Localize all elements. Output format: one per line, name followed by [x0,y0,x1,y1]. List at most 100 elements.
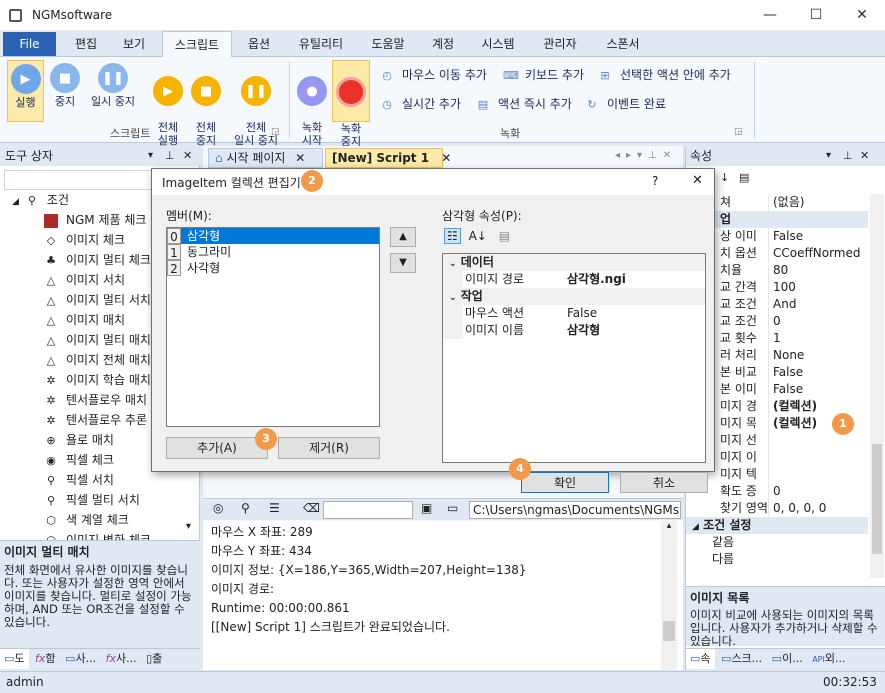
scroll-up-icon[interactable]: ▴ [661,521,677,531]
member-item[interactable]: 0 삼각형 [167,228,379,244]
toolbox-item[interactable]: ⬡ 이미지 변화 체크 [0,530,200,540]
tab-close-icon[interactable]: ✕ [441,151,451,165]
menu-options[interactable]: 옵션 [236,31,282,57]
pin-icon[interactable]: ⊥ [843,146,853,166]
property-pages-icon[interactable]: ▤ [499,229,510,243]
mouse-move-add-button[interactable]: ◴ 마우스 이동 추가 [380,65,487,85]
tab-external[interactable]: API외... [809,652,848,665]
list-icon[interactable]: ☰ [269,501,280,515]
tab-start-page[interactable]: ⌂ 시작 페이지 ✕ [208,148,323,168]
move-down-button[interactable]: ▼ [390,253,416,273]
collapse-icon[interactable]: ◢ [12,197,19,207]
tab-output[interactable]: ▯출 [143,652,165,665]
close-icon[interactable]: ✕ [860,146,869,166]
dropdown-icon[interactable]: ▾ [148,146,153,166]
add-in-selected-action-button[interactable]: ⊞ 선택한 액션 안에 추가 [598,65,730,85]
close-icon[interactable]: ✕ [183,146,192,166]
property-row[interactable]: 찾기 영역 0, 0, 0, 0 [686,500,868,517]
group-expand-icon[interactable]: ◲ [734,127,743,137]
ok-button[interactable]: 확인 [521,472,609,493]
property-value: 100 [768,279,796,296]
member-item[interactable]: 1 동그라미 [167,244,379,260]
scroll-down-icon[interactable]: ▾ [186,521,191,532]
dialog-help-button[interactable]: ? [652,174,658,188]
tab-functions[interactable]: fx함 [32,652,59,665]
move-up-button[interactable]: ▲ [390,227,416,247]
menu-system[interactable]: 시스템 [472,31,524,57]
collapse-icon[interactable]: ◢ [692,522,699,532]
toolbox-item[interactable]: ⚲ 픽셀 멀티 서치 [0,490,200,510]
toolbox-item[interactable]: ⚲ 픽셀 서치 [0,470,200,490]
cond-category[interactable]: ◢ 조건 설정 [686,517,868,534]
name-property-row[interactable]: 이미지 이름 삼각형 [443,322,705,339]
menu-utility[interactable]: 유틸리티 [288,31,354,57]
tab-nav-icons[interactable]: ◂▸▾⊥✕ [615,150,677,161]
script-icon: ▭ [721,652,732,665]
folder-icon[interactable]: ▭ [447,501,458,515]
keyboard-add-button[interactable]: ⌨ 키보드 추가 [503,65,584,85]
mouse-move-label: 마우스 이동 추가 [402,68,487,82]
toolbox-icon: ▭ [4,652,15,665]
stop-button[interactable]: ■ 중지 [48,63,82,108]
property-row[interactable]: 확도 증0 [686,483,868,500]
members-list[interactable]: 0 삼각형 1 동그라미 2 사각형 [166,227,380,427]
path-property-row[interactable]: 이미지 경로 삼각형.ngi [443,271,705,288]
cancel-button[interactable]: 취소 [620,472,708,493]
script-group-expand-icon[interactable]: ◲ [271,127,280,137]
tab-close-icon[interactable]: ✕ [295,151,305,165]
dropdown-icon[interactable]: ▾ [826,146,831,166]
condition-row[interactable]: 다름 [686,551,868,568]
toolbox-item[interactable]: ⬡ 색 계열 체크 [0,510,200,530]
tab-script-list[interactable]: ▭스크... [718,652,765,665]
toolbar-icon[interactable]: ◎ [213,501,223,515]
alphabetical-icon[interactable]: A↓ [469,229,487,243]
pin-icon[interactable]: ⊥ [165,146,175,166]
menu-sponsor[interactable]: 스폰서 [596,31,650,57]
tab-user-functions[interactable]: fx사... [103,652,140,665]
action-now-add-button[interactable]: ▤ 액션 즉시 추가 [476,94,572,114]
run-button[interactable]: ▶ 실행 [7,60,44,122]
close-button[interactable]: ✕ [839,0,885,31]
save-icon[interactable]: ▣ [421,501,432,515]
record-stop-button[interactable]: 녹화 중지 [332,60,370,148]
remove-button[interactable]: 제거(R) [278,437,380,459]
realtime-add-button[interactable]: ◷ 실시간 추가 [380,94,461,114]
menu-edit[interactable]: 편집 [62,31,110,57]
toolbar-icon[interactable]: ⚲ [241,501,250,515]
collapse-icon[interactable]: ⌄ [449,293,457,303]
add-button[interactable]: 추가(A) [166,437,268,459]
minimize-button[interactable]: — [747,0,793,31]
maximize-button[interactable]: ☐ [793,0,839,31]
menu-account[interactable]: 계정 [422,31,464,57]
condition-row[interactable]: 같음 [686,534,868,551]
menu-admin[interactable]: 관리자 [530,31,590,57]
tab-images[interactable]: ▭이... [769,652,806,665]
collapse-icon[interactable]: ⌄ [449,259,457,269]
eraser-icon[interactable]: ⌫ [303,501,320,515]
pages-icon[interactable]: ▤ [739,171,749,184]
tool-icon: ⚲ [46,493,56,507]
tab-user[interactable]: ▭사... [62,652,99,665]
file-menu[interactable]: File [3,32,56,56]
tab-properties[interactable]: ▭속 [686,649,715,669]
work-category[interactable]: ⌄ 작업 [443,288,705,305]
mouse-property-row[interactable]: 마우스 액션 False [443,305,705,322]
menu-view[interactable]: 보기 [110,31,158,57]
scroll-thumb[interactable] [872,444,882,554]
member-item[interactable]: 2 사각형 [167,260,379,276]
path-field[interactable]: C:\Users\ngmas\Documents\NGMs [469,501,681,519]
event-complete-button[interactable]: ↻ 이벤트 완료 [585,94,666,114]
menu-script[interactable]: 스크립트 [162,31,232,58]
sort-icon[interactable]: ↓ [720,171,729,184]
output-scrollbar[interactable]: ▴ [661,521,677,670]
tab-toolbox[interactable]: ▭도 [0,649,29,669]
tab-script[interactable]: [New] Script 1 ✕ [325,148,451,168]
menu-help[interactable]: 도움말 [360,31,416,57]
scroll-thumb[interactable] [663,621,675,641]
categorized-icon[interactable]: ☷ [444,228,461,244]
toolbar-dropdown[interactable] [323,501,413,519]
pause-button[interactable]: ❚❚ 일시 중지 [86,63,140,108]
property-scrollbar[interactable] [870,194,884,578]
data-category[interactable]: ⌄ 데이터 [443,254,705,271]
dialog-close-button[interactable]: ✕ [692,173,703,188]
